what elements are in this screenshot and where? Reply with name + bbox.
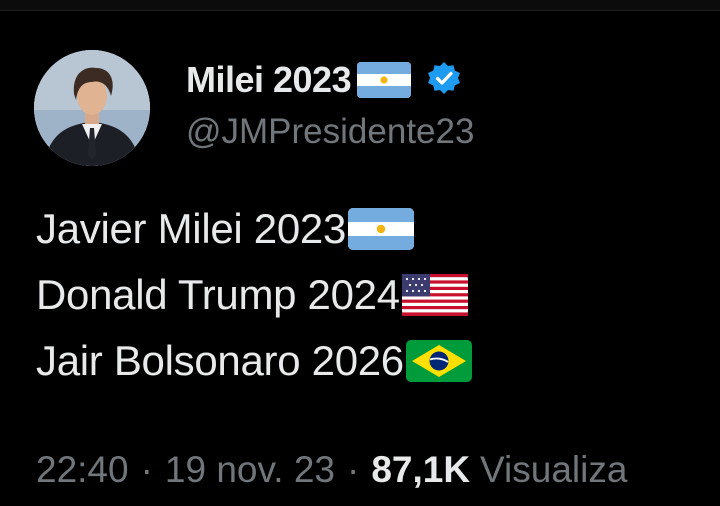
avatar[interactable] xyxy=(34,50,150,166)
meta-separator: · xyxy=(140,449,153,490)
tweet-line: Javier Milei 2023 xyxy=(36,196,472,262)
tweet-text: Javier Milei 2023 Donald Trump 2024 Jair… xyxy=(36,196,472,394)
author-name-row: Milei 2023 xyxy=(186,56,461,104)
author-handle[interactable]: @JMPresidente23 xyxy=(186,112,474,152)
author-display-name[interactable]: Milei 2023 xyxy=(186,59,352,101)
avatar-photo xyxy=(34,50,150,166)
argentina-flag-icon xyxy=(348,208,415,250)
tweet-line: Donald Trump 2024 xyxy=(36,262,472,328)
tweet-line-text: Donald Trump 2024 xyxy=(36,271,400,318)
brazil-flag-icon xyxy=(405,340,472,382)
views-label: Visualiza xyxy=(480,449,628,490)
tweet-line-text: Jair Bolsonaro 2026 xyxy=(36,337,404,384)
verified-badge-icon xyxy=(427,61,461,100)
top-edge-divider xyxy=(0,0,720,11)
argentina-flag-icon xyxy=(357,62,412,98)
meta-separator: · xyxy=(346,449,360,490)
tweet-meta: 22:40 · 19 nov. 23 · 87,1K Visualiza xyxy=(36,445,627,495)
tweet-line-text: Javier Milei 2023 xyxy=(36,205,347,252)
usa-flag-icon xyxy=(401,274,468,316)
views-count[interactable]: 87,1K xyxy=(371,449,470,491)
tweet-date[interactable]: 19 nov. 23 xyxy=(165,449,335,491)
tweet-line: Jair Bolsonaro 2026 xyxy=(36,328,472,394)
tweet-time[interactable]: 22:40 xyxy=(36,449,129,491)
